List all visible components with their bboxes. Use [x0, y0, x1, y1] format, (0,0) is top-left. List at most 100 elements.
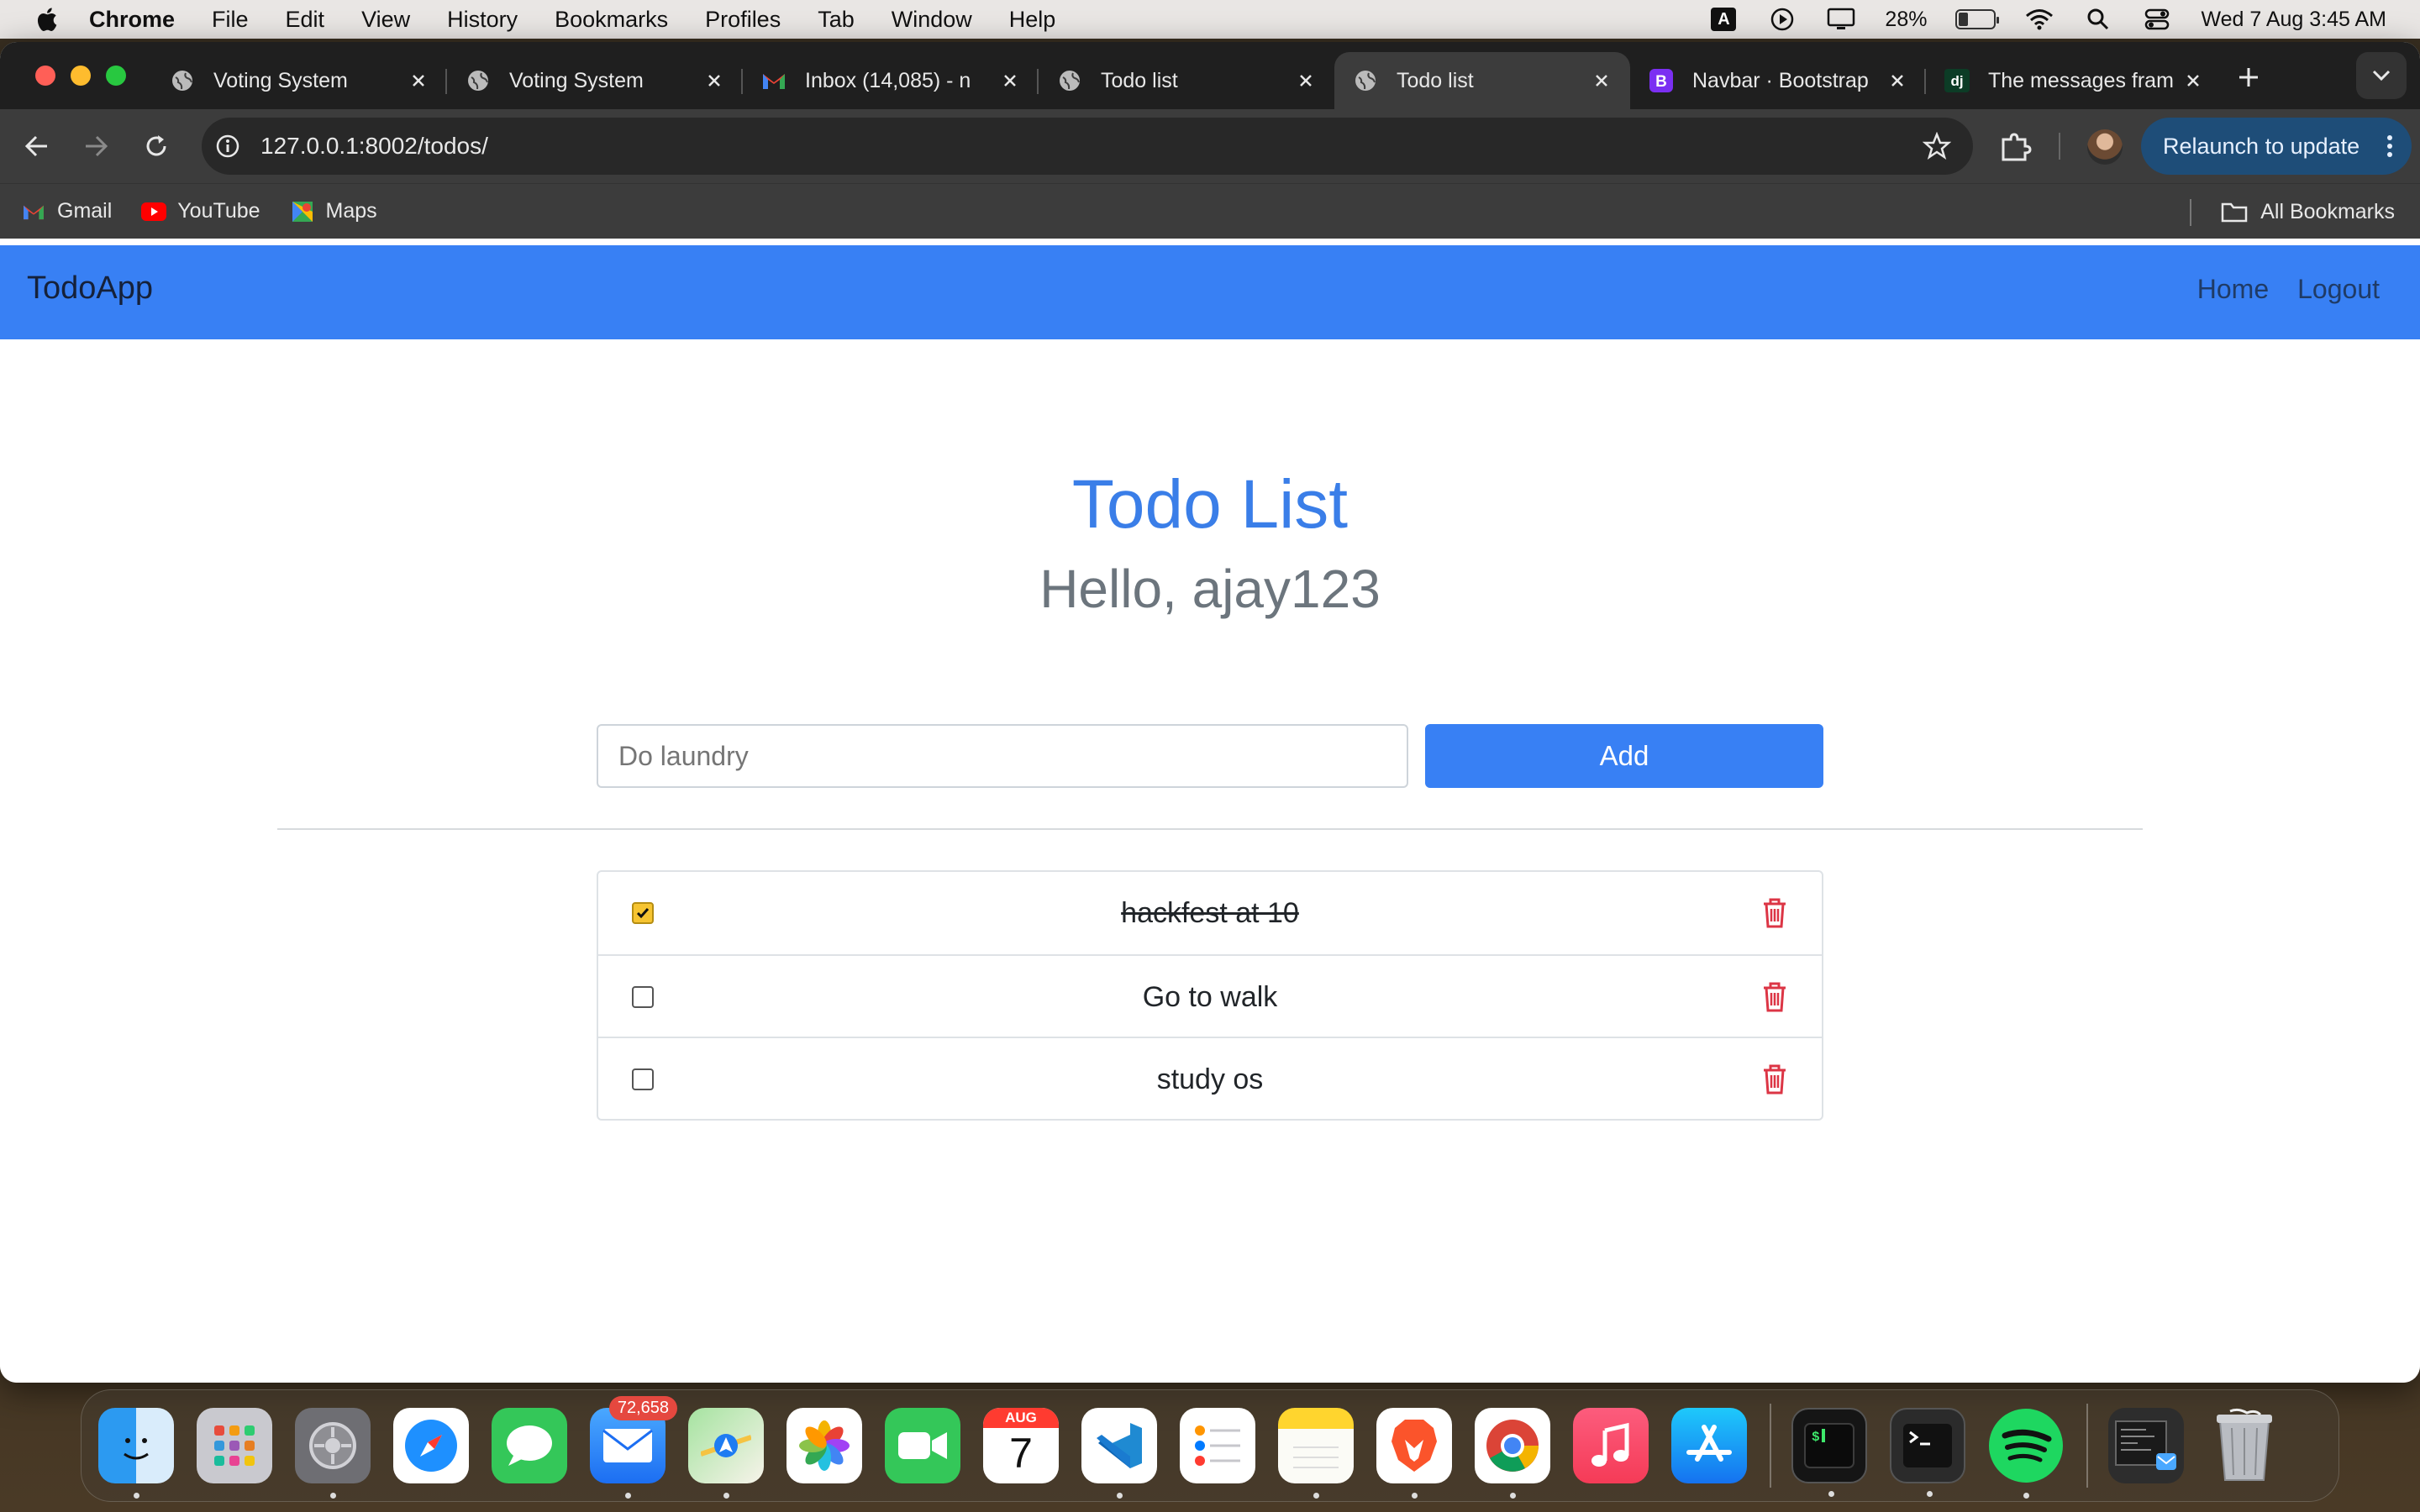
- todo-item: study os: [598, 1037, 1822, 1119]
- menu-tab[interactable]: Tab: [818, 7, 855, 33]
- spotify-icon[interactable]: [1988, 1408, 2064, 1499]
- clock[interactable]: Wed 7 Aug 3:45 AM: [2201, 8, 2386, 32]
- mail-icon[interactable]: 72,658: [590, 1396, 677, 1499]
- forward-button[interactable]: [77, 128, 114, 165]
- running-indicator: [330, 1493, 336, 1499]
- new-todo-input[interactable]: [597, 724, 1408, 788]
- menu-app-name[interactable]: Chrome: [89, 7, 175, 33]
- chrome-icon[interactable]: [1475, 1408, 1550, 1499]
- input-source-icon[interactable]: A: [1708, 7, 1739, 32]
- vscode-icon[interactable]: [1081, 1408, 1157, 1499]
- tab-inbox[interactable]: Inbox (14,085) - n: [743, 52, 1039, 109]
- close-icon[interactable]: [1590, 69, 1613, 92]
- display-icon[interactable]: [1826, 7, 1856, 32]
- tab-title: Todo list: [1101, 68, 1178, 92]
- maps-icon[interactable]: [688, 1408, 764, 1499]
- tab-title: Inbox (14,085) - n: [805, 68, 971, 92]
- close-icon[interactable]: [407, 69, 430, 92]
- nav-home-link[interactable]: Home: [2197, 274, 2269, 305]
- new-tab-button[interactable]: [2230, 59, 2267, 96]
- tab-search-button[interactable]: [2356, 52, 2407, 99]
- url-text[interactable]: 127.0.0.1:8002/todos/: [260, 133, 488, 160]
- menu-edit[interactable]: Edit: [286, 7, 325, 33]
- reminders-icon[interactable]: [1180, 1408, 1255, 1483]
- music-icon[interactable]: [1573, 1408, 1649, 1483]
- notes-icon[interactable]: [1278, 1408, 1354, 1499]
- battery-icon[interactable]: [1955, 9, 2000, 29]
- globe-icon: [1057, 68, 1082, 93]
- site-info-icon[interactable]: [213, 132, 242, 160]
- app-store-icon[interactable]: [1671, 1408, 1747, 1483]
- all-bookmarks-button[interactable]: All Bookmarks: [2220, 184, 2395, 239]
- tab-voting-system-2[interactable]: Voting System: [447, 52, 743, 109]
- menu-profiles[interactable]: Profiles: [705, 7, 781, 33]
- tab-django-messages[interactable]: dj The messages fram: [1926, 52, 2222, 109]
- trash-icon[interactable]: [1761, 981, 1788, 1013]
- extensions-puzzle-icon[interactable]: [1998, 129, 2032, 163]
- close-icon[interactable]: [2181, 69, 2205, 92]
- add-todo-button[interactable]: Add: [1425, 724, 1823, 788]
- menu-view[interactable]: View: [361, 7, 410, 33]
- relaunch-to-update-button[interactable]: Relaunch to update: [2141, 118, 2412, 175]
- messages-icon[interactable]: [492, 1408, 567, 1483]
- finder-icon[interactable]: [98, 1408, 174, 1499]
- tab-navbar-bootstrap[interactable]: B Navbar · Bootstrap: [1630, 52, 1926, 109]
- downloads-stack-icon[interactable]: [2108, 1408, 2184, 1483]
- terminal-icon[interactable]: [1890, 1408, 1965, 1497]
- bookmark-maps[interactable]: Maps: [289, 199, 377, 223]
- bookmark-gmail[interactable]: Gmail: [20, 199, 112, 223]
- system-settings-icon[interactable]: [295, 1408, 371, 1499]
- tab-todo-list-1[interactable]: Todo list: [1039, 52, 1334, 109]
- minimize-window-button[interactable]: [71, 66, 91, 86]
- close-icon[interactable]: [702, 69, 726, 92]
- navbar-links: Home Logout: [2197, 274, 2380, 305]
- close-icon[interactable]: [1294, 69, 1318, 92]
- close-icon[interactable]: [1886, 69, 1909, 92]
- svg-text:$: $: [1812, 1430, 1820, 1445]
- zoom-window-button[interactable]: [106, 66, 126, 86]
- dock: 72,658 AUG 7 $: [81, 1389, 2339, 1502]
- tab-strip: Voting System Voting System Inbox (14,08…: [0, 42, 2420, 109]
- facetime-icon[interactable]: [885, 1408, 960, 1483]
- tab-voting-system-1[interactable]: Voting System: [151, 52, 447, 109]
- apple-icon[interactable]: [34, 6, 59, 33]
- menu-history[interactable]: History: [447, 7, 518, 33]
- bookmarks-bar: Gmail YouTube Maps All Bookmarks: [0, 183, 2420, 239]
- menu-help[interactable]: Help: [1009, 7, 1056, 33]
- trash-icon[interactable]: [1761, 1063, 1788, 1095]
- address-bar[interactable]: 127.0.0.1:8002/todos/: [202, 118, 1973, 175]
- running-indicator: [2023, 1493, 2029, 1499]
- control-center-icon[interactable]: [2142, 7, 2172, 32]
- bookmark-youtube[interactable]: YouTube: [140, 199, 260, 223]
- tab-todo-list-active[interactable]: Todo list: [1334, 52, 1630, 109]
- brave-icon[interactable]: [1376, 1408, 1452, 1499]
- running-indicator: [1927, 1491, 1933, 1497]
- back-button[interactable]: [18, 128, 55, 165]
- bookmark-star-icon[interactable]: [1923, 132, 1951, 160]
- calendar-icon[interactable]: AUG 7: [983, 1408, 1059, 1483]
- photos-icon[interactable]: [786, 1408, 862, 1483]
- more-vert-icon[interactable]: [2386, 134, 2393, 158]
- menu-bookmarks[interactable]: Bookmarks: [555, 7, 668, 33]
- tab-title: Voting System: [509, 68, 644, 92]
- menu-file[interactable]: File: [212, 7, 249, 33]
- wifi-icon[interactable]: [2024, 7, 2054, 32]
- nav-logout-link[interactable]: Logout: [2297, 274, 2380, 305]
- close-window-button[interactable]: [35, 66, 55, 86]
- iterm-icon[interactable]: $: [1791, 1408, 1867, 1497]
- profile-avatar[interactable]: [2087, 129, 2123, 165]
- play-circle-icon[interactable]: [1767, 7, 1797, 32]
- navbar-brand[interactable]: TodoApp: [27, 270, 153, 307]
- trash-icon[interactable]: [2207, 1408, 2282, 1483]
- trash-icon[interactable]: [1761, 897, 1788, 929]
- close-icon[interactable]: [998, 69, 1022, 92]
- reload-button[interactable]: [138, 128, 175, 165]
- running-indicator: [625, 1493, 631, 1499]
- svg-text:dj: dj: [1950, 73, 1963, 89]
- launchpad-icon[interactable]: [197, 1408, 272, 1483]
- safari-icon[interactable]: [393, 1408, 469, 1483]
- spotlight-search-icon[interactable]: [2083, 7, 2113, 32]
- status-area: A 28% Wed 7 Aug 3:45 AM: [1708, 0, 2386, 39]
- running-indicator: [1412, 1493, 1418, 1499]
- menu-window[interactable]: Window: [892, 7, 972, 33]
